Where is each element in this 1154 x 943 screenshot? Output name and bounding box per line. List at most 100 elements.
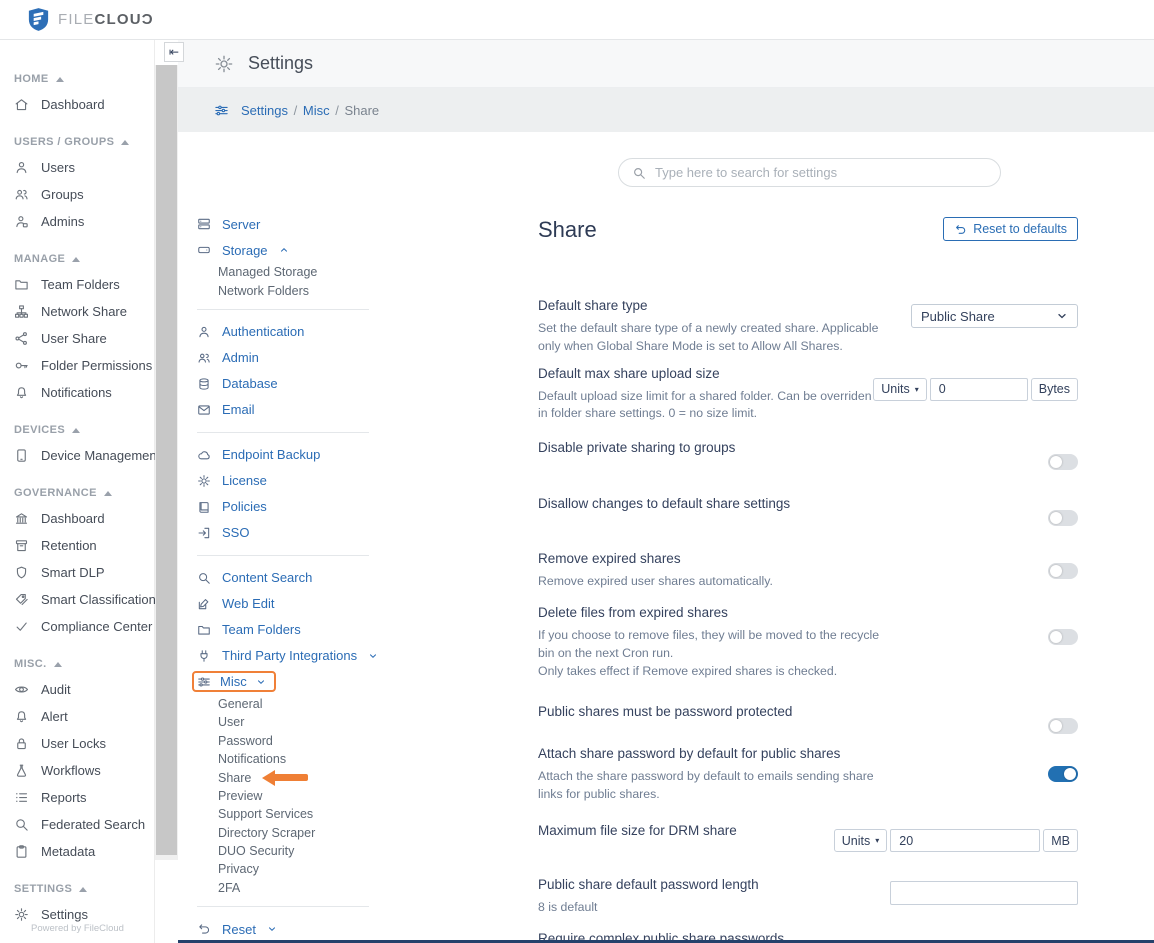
menu-subitem-user[interactable]: User <box>197 713 379 731</box>
menu-item-misc[interactable]: Misc <box>197 669 379 695</box>
delete-files-expired-shares-toggle[interactable] <box>1048 629 1078 645</box>
menu-subitem-privacy[interactable]: Privacy <box>197 860 379 878</box>
sidebar-item-user-share[interactable]: User Share <box>0 325 154 352</box>
disallow-default-share-changes-toggle[interactable] <box>1048 510 1078 526</box>
menu-item-storage[interactable]: Storage <box>197 237 379 263</box>
breadcrumb-settings[interactable]: Settings <box>241 103 288 118</box>
disable-private-group-sharing-toggle[interactable] <box>1048 454 1078 470</box>
scrollbar-thumb[interactable] <box>156 65 177 855</box>
list-icon <box>14 790 29 805</box>
menu-item-team-folders[interactable]: Team Folders <box>197 617 379 643</box>
menu-label: Storage <box>222 243 268 258</box>
collapse-sidebar-button[interactable]: ⇤ <box>164 42 184 62</box>
sidebar-item-groups[interactable]: Groups <box>0 181 154 208</box>
bell-icon <box>14 385 29 400</box>
menu-item-endpoint-backup[interactable]: Endpoint Backup <box>197 442 379 468</box>
drm-max-file-size-input[interactable] <box>890 829 1040 852</box>
setting-label: Public shares must be password protected <box>538 704 890 719</box>
sidebar-item-admins[interactable]: Admins <box>0 208 154 235</box>
max-upload-size-input[interactable] <box>930 378 1028 401</box>
misc-highlight-box: Misc <box>192 671 276 692</box>
reset-to-defaults-button[interactable]: Reset to defaults <box>943 217 1078 241</box>
menu-item-policies[interactable]: Policies <box>197 494 379 520</box>
menu-subitem-managed-storage[interactable]: Managed Storage <box>197 263 379 281</box>
units-dropdown[interactable]: Units▾ <box>873 378 927 401</box>
menu-subitem-2fa[interactable]: 2FA <box>197 879 379 897</box>
sidebar-section-devices[interactable]: DEVICES <box>0 421 154 439</box>
sidebar-item-device-management[interactable]: Device Management <box>0 442 154 469</box>
sidebar-item-user-locks[interactable]: User Locks <box>0 730 154 757</box>
menu-item-admin[interactable]: Admin <box>197 345 379 371</box>
key-icon <box>14 358 29 373</box>
brand-wordmark: FILECLOUƆ <box>58 11 154 28</box>
sidebar-item-network-share[interactable]: Network Share <box>0 298 154 325</box>
item-label: Settings <box>41 907 88 922</box>
sidebar-item-metadata[interactable]: Metadata <box>0 838 154 865</box>
password-length-input[interactable] <box>890 881 1078 905</box>
sidebar-item-folder-permissions[interactable]: Folder Permissions <box>0 352 154 379</box>
attach-share-password-toggle[interactable] <box>1048 766 1078 782</box>
sidebar-item-federated-search[interactable]: Federated Search <box>0 811 154 838</box>
menu-item-sso[interactable]: Content SearchSSO <box>197 520 379 546</box>
menu-item-third-party-integrations[interactable]: Third Party Integrations <box>197 643 379 669</box>
menu-item-authentication[interactable]: Authentication <box>197 319 379 345</box>
menu-item-content-search[interactable]: Content Search <box>197 565 379 591</box>
folder-icon <box>14 277 29 292</box>
sidebar-item-dashboard[interactable]: Dashboard <box>0 91 154 118</box>
menu-subitem-duo-security[interactable]: DUO Security <box>197 842 379 860</box>
caret-up-icon <box>72 257 80 262</box>
menu-item-reset[interactable]: Reset <box>197 916 379 942</box>
menu-subitem-notifications[interactable]: Notifications <box>197 750 379 768</box>
eye-icon <box>14 682 29 697</box>
menu-item-server[interactable]: Server <box>197 211 379 237</box>
sidebar-item-smart-classification[interactable]: Smart Classification <box>0 586 154 613</box>
main-sidebar: HOME Dashboard USERS / GROUPS Users Grou… <box>0 40 155 943</box>
sidebar-section-users-groups[interactable]: USERS / GROUPS <box>0 133 154 151</box>
menu-subitem-support-services[interactable]: Support Services <box>197 805 379 823</box>
sidebar-item-notifications[interactable]: Notifications <box>0 379 154 406</box>
item-label: Device Management <box>41 448 160 463</box>
units-dropdown[interactable]: Units▾ <box>834 829 888 852</box>
default-share-type-select[interactable]: Public Share <box>911 304 1078 328</box>
sidebar-item-compliance-center[interactable]: Compliance Center <box>0 613 154 640</box>
caret-up-icon <box>72 428 80 433</box>
sidebar-section-manage[interactable]: MANAGE <box>0 250 154 268</box>
sidebar-item-reports[interactable]: Reports <box>0 784 154 811</box>
menu-item-web-edit[interactable]: Web Edit <box>197 591 379 617</box>
search-input[interactable] <box>655 165 987 180</box>
breadcrumb-share: Share <box>344 103 379 118</box>
filecloud-logo[interactable]: FILECLOUƆ <box>28 7 154 32</box>
breadcrumb-misc[interactable]: Misc <box>303 103 330 118</box>
public-shares-password-protected-toggle[interactable] <box>1048 718 1078 734</box>
item-label: Retention <box>41 538 97 553</box>
sidebar-item-alert[interactable]: Alert <box>0 703 154 730</box>
sidebar-section-misc[interactable]: MISC. <box>0 655 154 673</box>
search-icon <box>632 166 646 180</box>
license-gear-icon <box>197 474 211 488</box>
menu-subitem-directory-scraper[interactable]: Directory Scraper <box>197 824 379 842</box>
menu-subitem-network-folders[interactable]: Network Folders <box>197 281 379 299</box>
menu-subitem-general[interactable]: General <box>197 695 379 713</box>
sidebar-item-workflows[interactable]: Workflows <box>0 757 154 784</box>
menu-item-license[interactable]: License <box>197 468 379 494</box>
sidebar-item-team-folders[interactable]: Team Folders <box>0 271 154 298</box>
menu-subitem-password[interactable]: Password <box>197 732 379 750</box>
setting-description: If you choose to remove files, they will… <box>538 627 890 680</box>
menu-subitem-preview[interactable]: Preview <box>197 787 379 805</box>
menu-item-database[interactable]: Database <box>197 371 379 397</box>
chevron-down-icon <box>267 924 277 934</box>
sidebar-section-governance[interactable]: GOVERNANCE <box>0 484 154 502</box>
sidebar-item-users[interactable]: Users <box>0 154 154 181</box>
menu-label: SSO <box>222 525 249 540</box>
remove-expired-shares-toggle[interactable] <box>1048 563 1078 579</box>
sidebar-item-audit[interactable]: Audit <box>0 676 154 703</box>
sidebar-section-settings[interactable]: SETTINGS <box>0 880 154 898</box>
sidebar-item-smart-dlp[interactable]: Smart DLP <box>0 559 154 586</box>
sidebar-item-governance-dashboard[interactable]: Dashboard <box>0 505 154 532</box>
undo-icon <box>954 223 967 236</box>
sidebar-section-home[interactable]: HOME <box>0 70 154 88</box>
sidebar-item-retention[interactable]: Retention <box>0 532 154 559</box>
item-label: Notifications <box>41 385 112 400</box>
menu-item-email[interactable]: Email <box>197 397 379 423</box>
menu-subitem-share[interactable]: Share <box>197 768 379 786</box>
